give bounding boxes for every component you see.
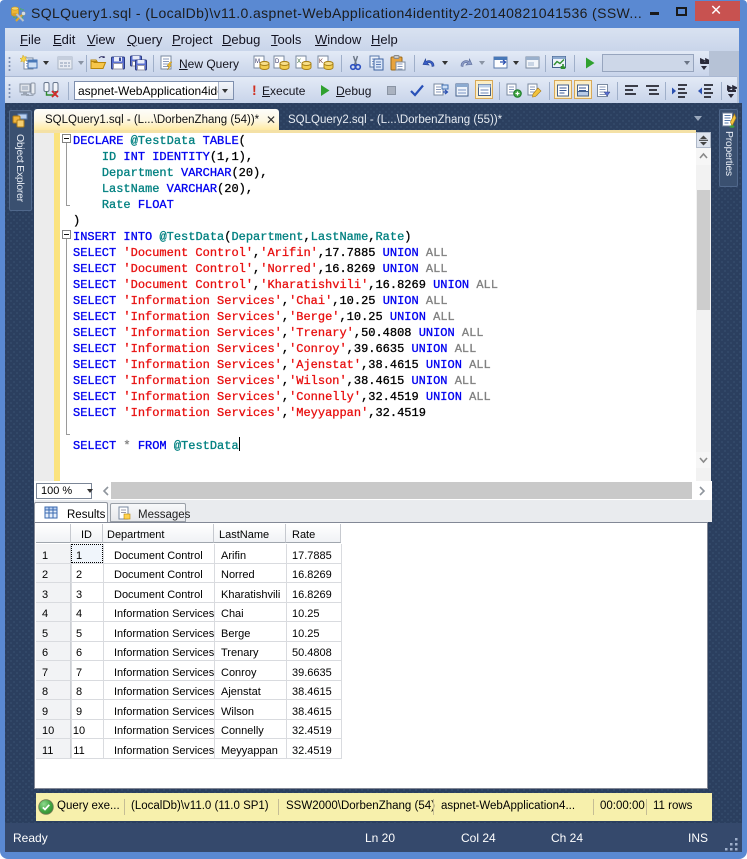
svg-text:X: X [297,59,301,65]
svg-text:K: K [319,59,323,65]
svg-text:M: M [255,59,260,65]
svg-text:D: D [275,59,280,65]
